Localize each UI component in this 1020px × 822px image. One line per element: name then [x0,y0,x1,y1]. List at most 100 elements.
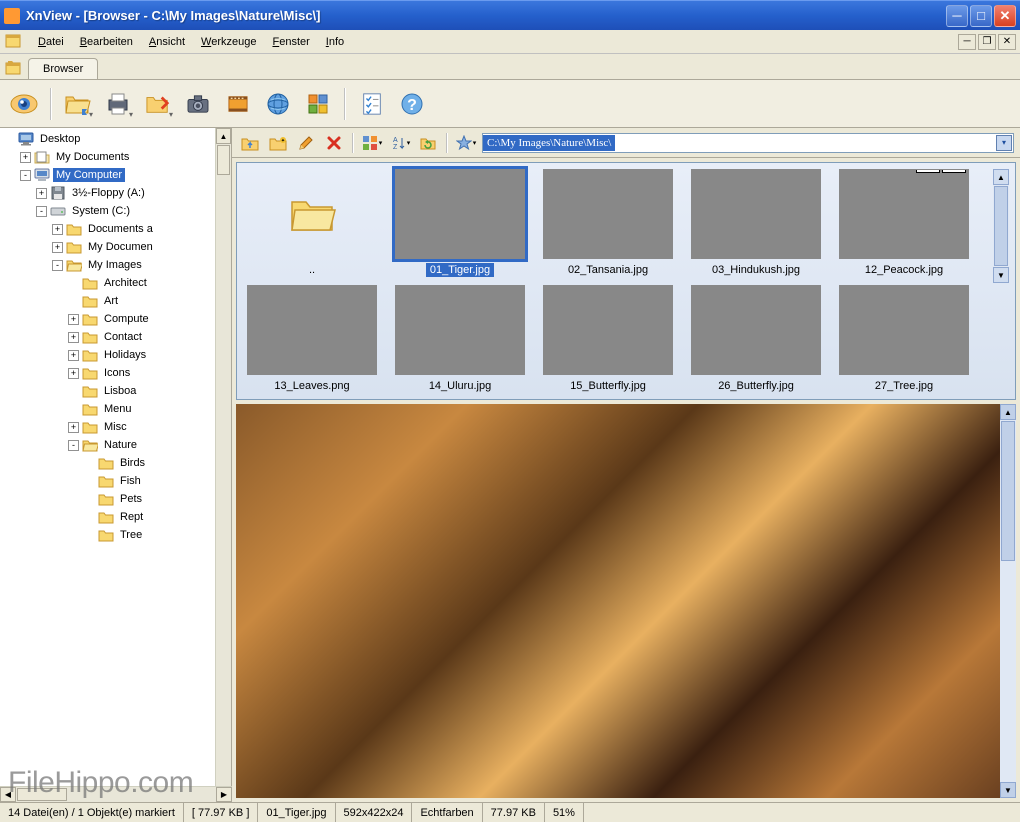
menu-item-ansicht[interactable]: Ansicht [141,33,193,51]
new-folder-button[interactable]: ✦ [266,132,290,154]
sort-button[interactable]: AZ▾ [388,132,412,154]
preview-scrollbar-v[interactable]: ▲ ▼ [1000,404,1016,798]
menu-item-datei[interactable]: Datei [30,33,72,51]
tree-node[interactable]: +Holidays [0,346,215,364]
child-restore-button[interactable]: ❐ [978,34,996,50]
edit-button[interactable] [294,132,318,154]
menu-item-fenster[interactable]: Fenster [264,33,317,51]
menu-item-info[interactable]: Info [318,33,352,51]
tree-node[interactable]: +Documents a [0,220,215,238]
tree-expander[interactable]: - [36,206,47,217]
tree-node[interactable]: Rept [0,508,215,526]
thumbnail-item[interactable]: 14_Uluru.jpg [391,285,529,393]
tree-node[interactable]: -My Computer [0,166,215,184]
tree-expander[interactable]: + [68,350,79,361]
scroll-thumb[interactable] [217,145,230,175]
web-button[interactable] [260,86,296,122]
tree-node[interactable]: +Icons [0,364,215,382]
tree-node[interactable]: Birds [0,454,215,472]
slideshow-button[interactable] [220,86,256,122]
tree-node[interactable]: -My Images [0,256,215,274]
thumbnail-item[interactable]: 13_Leaves.png [243,285,381,393]
thumbnail-item[interactable]: .. [243,169,381,277]
refresh-button[interactable] [416,132,440,154]
tree-node[interactable]: -Nature [0,436,215,454]
thumb-scrollbar-v[interactable]: ▲ ▼ [993,169,1009,283]
tree-node[interactable]: Fish [0,472,215,490]
child-close-button[interactable]: ✕ [998,34,1016,50]
convert-button[interactable] [140,86,176,122]
thumbnail-item[interactable]: 26_Butterfly.jpg [687,285,825,393]
thumbnail-label: 13_Leaves.png [270,379,353,393]
folder-up-button[interactable] [238,132,262,154]
tree-expander[interactable]: + [52,242,63,253]
scroll-up-arrow[interactable]: ▲ [993,169,1009,185]
tree-expander[interactable]: + [68,422,79,433]
delete-button[interactable] [322,132,346,154]
tree-expander[interactable]: + [20,152,31,163]
scroll-down-arrow[interactable]: ▼ [1000,782,1016,798]
print-button[interactable] [100,86,136,122]
scroll-thumb[interactable] [1001,421,1015,561]
tree-scrollbar-v[interactable]: ▲ ▼ [215,128,231,802]
options-button[interactable] [354,86,390,122]
tree-node[interactable]: +Compute [0,310,215,328]
tree-expander[interactable]: - [52,260,63,271]
tree-node[interactable]: +Contact [0,328,215,346]
scroll-down-arrow[interactable]: ▼ [993,267,1009,283]
close-button[interactable]: ✕ [994,5,1016,27]
thumbnail-item[interactable]: 01_Tiger.jpg [391,169,529,277]
tree-expander[interactable]: + [52,224,63,235]
tree-node[interactable]: -System (C:) [0,202,215,220]
tree-node[interactable]: +3½-Floppy (A:) [0,184,215,202]
tree-expander[interactable]: + [68,314,79,325]
address-bar[interactable]: C:\My Images\Nature\Misc\ ▾ [482,133,1014,153]
maximize-button[interactable]: □ [970,5,992,27]
tree-node[interactable]: +My Documents [0,148,215,166]
scroll-thumb[interactable] [994,186,1008,266]
tree-expander[interactable]: - [68,440,79,451]
view-button[interactable] [6,86,42,122]
thumbnail-item[interactable]: 27_Tree.jpg [835,285,973,393]
favorites-button[interactable]: ▾ [454,132,478,154]
tree-node[interactable]: Tree [0,526,215,544]
open-button[interactable] [60,86,96,122]
child-minimize-button[interactable]: ─ [958,34,976,50]
tree-node-label: 3½-Floppy (A:) [69,186,148,200]
tree-expander[interactable]: + [68,332,79,343]
menu-item-bearbeiten[interactable]: Bearbeiten [72,33,141,51]
tree-node[interactable]: Architect [0,274,215,292]
scroll-up-arrow[interactable]: ▲ [216,128,231,144]
scroll-right-arrow[interactable]: ▶ [216,787,232,802]
tree-node[interactable]: Pets [0,490,215,508]
tree-node[interactable]: Lisboa [0,382,215,400]
tree-node[interactable]: +My Documen [0,238,215,256]
scroll-up-arrow[interactable]: ▲ [1000,404,1016,420]
thumbnail-item[interactable]: 15_Butterfly.jpg [539,285,677,393]
tree-expander[interactable]: + [68,368,79,379]
scroll-thumb[interactable] [17,788,67,801]
minimize-button[interactable]: ─ [946,5,968,27]
capture-button[interactable] [180,86,216,122]
view-mode-button[interactable]: ▾ [360,132,384,154]
tree-node[interactable]: Art [0,292,215,310]
tab-browser[interactable]: Browser [28,58,98,79]
tree-expander[interactable]: - [20,170,31,181]
thumbnail-item[interactable]: 03_Hindukush.jpg [687,169,825,277]
address-dropdown-button[interactable]: ▾ [996,135,1012,151]
thumbnail-item[interactable]: 02_Tansania.jpg [539,169,677,277]
tree-node[interactable]: Desktop [0,130,215,148]
scroll-left-arrow[interactable]: ◀ [0,787,16,802]
thumbnail-item[interactable]: EXIFIPTC12_Peacock.jpg [835,169,973,277]
thumbnails-button[interactable] [300,86,336,122]
folder-tree[interactable]: Desktop+My Documents-My Computer+3½-Flop… [0,128,215,802]
tree-scrollbar-h[interactable]: ◀ ▶ [0,786,232,802]
thumbnail-grid[interactable]: ..01_Tiger.jpg02_Tansania.jpg03_Hindukus… [243,169,993,393]
preview-image[interactable] [236,404,1000,798]
tree-expander [68,404,79,415]
menu-item-werkzeuge[interactable]: Werkzeuge [193,33,264,51]
tree-expander[interactable]: + [36,188,47,199]
tree-node[interactable]: Menu [0,400,215,418]
help-button[interactable]: ? [394,86,430,122]
tree-node[interactable]: +Misc [0,418,215,436]
